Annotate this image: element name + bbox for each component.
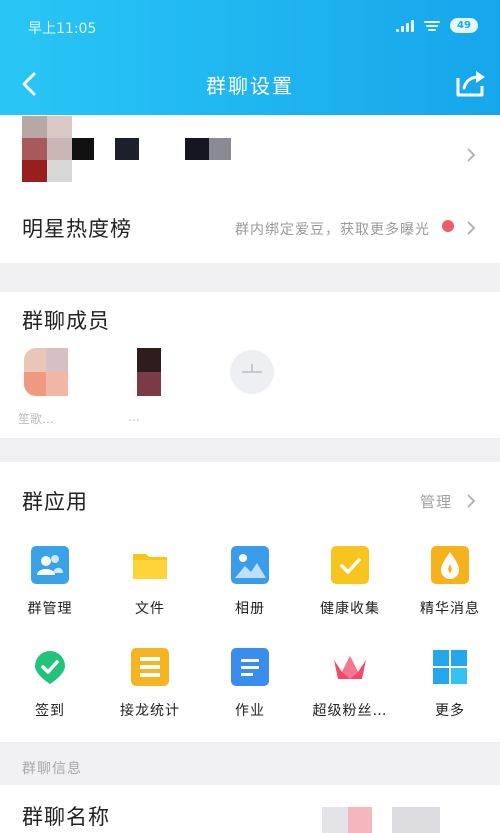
app-label: 超级粉丝… — [312, 703, 388, 719]
more-apps-icon — [431, 648, 469, 686]
app-relay-stats[interactable]: 接龙统计 — [100, 648, 200, 720]
star-ranking-row[interactable]: 明星热度榜 群内绑定爱豆，获取更多曝光 — [0, 195, 500, 263]
app-label: 作业 — [235, 703, 265, 719]
app-label: 文件 — [135, 601, 165, 617]
app-label: 签到 — [35, 703, 65, 719]
add-member-button[interactable] — [230, 350, 274, 398]
group-name-mosaic — [348, 807, 372, 833]
relay-stats-icon — [131, 648, 169, 686]
app-label: 接龙统计 — [120, 703, 180, 719]
apps-title: 群应用 — [22, 490, 88, 514]
signal-icon — [396, 19, 414, 32]
group-apps-section: 群应用 管理 群管理 文件 相册 健康收集 精华消息 签到 接龙统计 作业 超级… — [0, 462, 500, 742]
app-essence-message[interactable]: 精华消息 — [400, 546, 500, 618]
app-label: 相册 — [235, 601, 265, 617]
check-in-icon — [31, 648, 69, 686]
app-more[interactable]: 更多 — [400, 648, 500, 720]
manage-apps-link[interactable]: 管理 — [420, 491, 452, 512]
photo-album-icon — [231, 546, 269, 584]
group-name-label: 群聊名称 — [22, 805, 110, 829]
group-avatar — [22, 116, 72, 182]
group-name-mosaic — [115, 138, 139, 160]
app-label: 更多 — [435, 703, 465, 719]
header: 早上11:05 49 群聊设置 — [0, 0, 500, 115]
app-homework[interactable]: 作业 — [200, 648, 300, 720]
member-avatar[interactable] — [137, 348, 161, 396]
essence-message-icon — [431, 546, 469, 584]
group-members-section: 群聊成员 笙歌… … — [0, 292, 500, 438]
share-button[interactable] — [454, 66, 488, 100]
battery-indicator: 49 — [450, 18, 478, 33]
member-avatar[interactable] — [24, 348, 68, 396]
chevron-right-icon — [467, 148, 476, 162]
app-label: 群管理 — [27, 601, 73, 617]
app-files[interactable]: 文件 — [100, 546, 200, 618]
ranking-title: 明星热度榜 — [22, 217, 132, 241]
chevron-right-icon — [467, 494, 476, 508]
page-title: 群聊设置 — [206, 74, 294, 98]
super-fans-icon — [331, 648, 369, 686]
wifi-icon — [424, 20, 440, 32]
app-label: 健康收集 — [320, 601, 380, 617]
health-collect-icon — [331, 546, 369, 584]
member-name: … — [128, 410, 140, 424]
status-bar: 早上11:05 49 — [0, 0, 500, 56]
ranking-description: 群内绑定爱豆，获取更多曝光 — [235, 222, 430, 238]
member-name: 笙歌… — [18, 412, 55, 426]
members-title: 群聊成员 — [22, 309, 110, 333]
group-name-mosaic — [392, 807, 440, 833]
chevron-right-icon — [467, 221, 476, 235]
group-name-row[interactable]: 群聊名称 — [0, 785, 500, 833]
group-profile-row[interactable] — [0, 115, 500, 195]
group-info-section-label: 群聊信息 — [22, 761, 82, 777]
app-photo-album[interactable]: 相册 — [200, 546, 300, 618]
app-health-collect[interactable]: 健康收集 — [300, 546, 400, 618]
app-label: 精华消息 — [420, 601, 480, 617]
group-name-mosaic — [322, 807, 348, 833]
group-name-mosaic — [185, 138, 209, 160]
share-icon — [456, 71, 485, 97]
status-time: 早上11:05 — [28, 21, 97, 37]
homework-icon — [231, 648, 269, 686]
app-check-in[interactable]: 签到 — [0, 648, 100, 720]
notification-dot — [442, 220, 454, 232]
nav-bar: 群聊设置 — [0, 56, 500, 112]
folder-icon — [131, 546, 169, 584]
status-icons: 49 — [396, 18, 478, 33]
add-icon — [230, 350, 274, 394]
group-name-mosaic — [209, 138, 231, 160]
app-super-fans[interactable]: 超级粉丝… — [300, 648, 400, 720]
group-name-mosaic — [72, 138, 94, 160]
group-manage-icon — [31, 546, 69, 584]
app-group-manage[interactable]: 群管理 — [0, 546, 100, 618]
